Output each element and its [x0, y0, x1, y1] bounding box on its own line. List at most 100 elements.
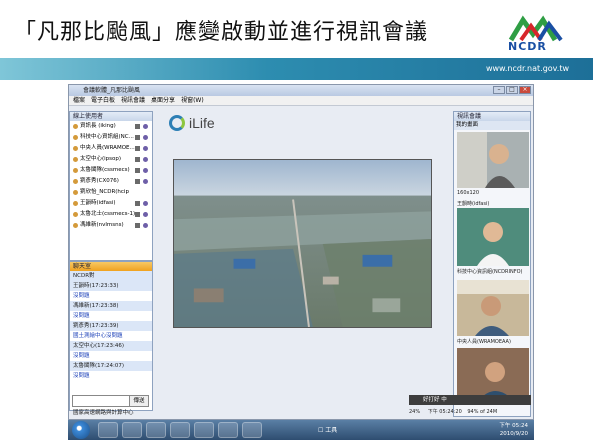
download-progress: 94% of 24M [467, 409, 498, 415]
chat-message: 國土測繪中心沒問題 [73, 333, 123, 339]
user-name: 科技中心資訊組(NC... [80, 134, 134, 140]
user-row[interactable]: 太魯北士(cssmecs-1) [70, 209, 152, 220]
video-feed-1[interactable] [457, 132, 529, 188]
chat-panel-title: 聊天室 [70, 262, 152, 271]
mic-icon [135, 212, 140, 217]
user-row[interactable]: 王韻時(idfasi) [70, 198, 152, 209]
start-button[interactable] [72, 421, 90, 439]
mic-icon [135, 124, 140, 129]
status-bar-dark: 好打好 中 [409, 395, 531, 405]
mic-icon [135, 135, 140, 140]
send-button[interactable]: 傳送 [129, 395, 149, 407]
menu-file[interactable]: 檔案 [73, 96, 85, 105]
clock-date: 2010/9/20 [499, 431, 528, 437]
user-name: 馮維新(nvlmsns) [80, 222, 124, 228]
video-panel: 視訊會議 我的畫面 160x120 王韻時(idfasi) 科技中心資訊組(NC… [453, 111, 531, 417]
minimize-button[interactable]: – [493, 86, 505, 94]
taskbar-conference-icon[interactable] [242, 422, 262, 438]
ilife-logo-icon [169, 115, 185, 131]
user-icon [73, 179, 78, 184]
video-feed-2[interactable] [457, 208, 529, 266]
video-caption-3: 中央人員(WRAMOEAA) [457, 339, 511, 345]
video-caption-2: 科技中心資訊組(NCDRINFO) [457, 269, 523, 275]
taskbar-ie-icon[interactable] [98, 422, 118, 438]
user-row[interactable]: 資訊長 (iking) [70, 121, 152, 132]
chat-log: NCDR對 王韻時(17:23:33) 沒問題 馮維新(17:23:38) 沒問題 劉彥秀… [70, 271, 152, 381]
camera-icon [143, 201, 148, 206]
maximize-button[interactable]: □ [506, 86, 518, 94]
mic-icon [135, 179, 140, 184]
camera-icon [143, 168, 148, 173]
user-name: 太魯閣隊(cssmecs) [80, 167, 130, 173]
taskbar-folder-icon[interactable] [122, 422, 142, 438]
menu-bar: 檔案 電子白板 視訊會議 桌面分享 視窗(W) [69, 96, 533, 106]
app-logo-text: iLife [189, 115, 215, 131]
video-caption-1: 王韻時(idfasi) [457, 201, 490, 207]
video-feed-3[interactable] [457, 280, 529, 336]
user-row[interactable]: 馮維新(nvlmsns) [70, 220, 152, 231]
chat-sender: 王韻時(17:23:33) [70, 281, 152, 291]
taskbar-powerpoint-icon[interactable] [194, 422, 214, 438]
video-resolution: 160x120 [457, 190, 480, 196]
user-name: 太空中心(ipsop) [80, 156, 122, 162]
chat-sender: 太魯閣隊(17:24:07) [70, 361, 152, 371]
camera-icon [143, 135, 148, 140]
system-clock: 下午 05:24 2010/9/20 [499, 422, 528, 438]
camera-icon [143, 223, 148, 228]
user-icon [73, 157, 78, 162]
camera-icon [143, 212, 148, 217]
user-icon [73, 190, 78, 195]
camera-icon [143, 179, 148, 184]
camera-icon [143, 157, 148, 162]
user-row[interactable]: 中央人員(WRAMOE... [70, 143, 152, 154]
user-name: 中央人員(WRAMOE... [80, 145, 135, 151]
status-bar: 24% 下午 05:24:20 94% of 24M [409, 407, 531, 417]
user-row[interactable]: 太魯閣隊(cssmecs) [70, 165, 152, 176]
chat-sender: 馮維新(17:23:38) [70, 301, 152, 311]
user-icon [73, 201, 78, 206]
users-panel-title: 線上使用者 [70, 112, 152, 121]
header-band: www.ncdr.nat.gov.tw [0, 58, 593, 80]
app-footer-name: 國家高速網路與計算中心 [73, 410, 134, 416]
mic-icon [135, 223, 140, 228]
user-icon [73, 146, 78, 151]
mic-icon [135, 201, 140, 206]
mic-icon [135, 157, 140, 162]
website-url: www.ncdr.nat.gov.tw [485, 64, 569, 73]
user-icon [73, 223, 78, 228]
my-view-label: 我的畫面 [454, 121, 530, 130]
zoom-level: 24% [409, 409, 421, 415]
user-icon [73, 212, 78, 217]
video-panel-title: 視訊會議 [454, 112, 530, 121]
menu-desktop-share[interactable]: 桌面分享 [151, 96, 175, 105]
user-row[interactable]: 劉欣怡_NCDR(hcip [70, 187, 152, 198]
user-name: 王韻時(idfasi) [80, 200, 116, 206]
chat-sender: 太空中心(17:23:46) [70, 341, 152, 351]
chat-input[interactable] [72, 395, 130, 407]
taskbar-explorer-icon[interactable] [218, 422, 238, 438]
user-row[interactable]: 太空中心(ipsop) [70, 154, 152, 165]
taskbar-media-icon[interactable] [146, 422, 166, 438]
window-titlebar: 會議軟體_凡那比颱風 – □ × [69, 85, 533, 96]
logo-text: NCDR [508, 40, 547, 53]
user-name: 劉彥秀(CX076) [80, 178, 119, 184]
presentation-slide: 「凡那比颱風」應變啟動並進行視訊會議 NCDR www.ncdr.nat.gov… [0, 0, 593, 444]
user-row[interactable]: 劉彥秀(CX076) [70, 176, 152, 187]
video-feed-4[interactable] [457, 348, 529, 400]
menu-whiteboard[interactable]: 電子白板 [91, 96, 115, 105]
user-icon [73, 124, 78, 129]
users-panel: 線上使用者 資訊長 (iking) 科技中心資訊組(NC... 中央人員(WRA… [69, 111, 153, 261]
shared-aerial-photo [173, 159, 432, 328]
taskbar-app-icon[interactable] [170, 422, 190, 438]
toolbar-label[interactable]: ☐ 工具 [318, 425, 337, 434]
chat-sender: NCDR對 [70, 271, 152, 281]
user-row[interactable]: 科技中心資訊組(NC... [70, 132, 152, 143]
menu-window[interactable]: 視窗(W) [181, 96, 204, 105]
taskbar: ☐ 工具 下午 05:24 2010/9/20 [68, 420, 534, 440]
mic-icon [135, 146, 140, 151]
user-name: 太魯北士(cssmecs-1) [80, 211, 136, 217]
close-button[interactable]: × [519, 86, 531, 94]
menu-video[interactable]: 視訊會議 [121, 96, 145, 105]
camera-icon [143, 146, 148, 151]
time-left: 下午 05:24:20 [427, 409, 462, 415]
